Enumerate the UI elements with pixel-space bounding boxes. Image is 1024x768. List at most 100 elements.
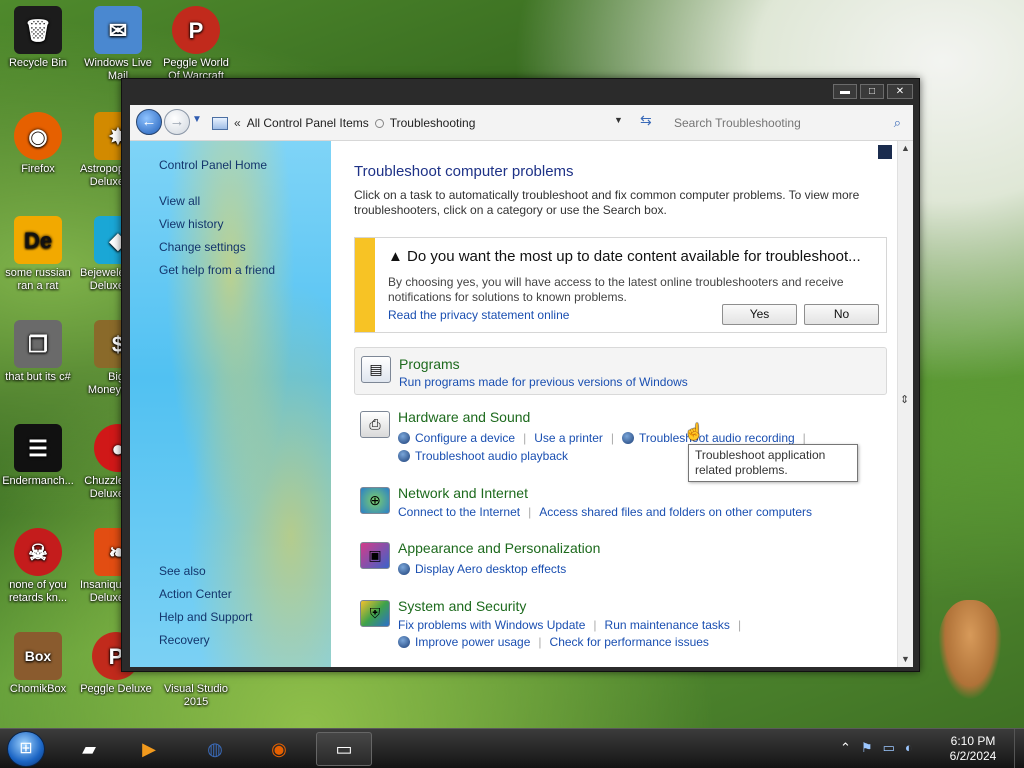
breadcrumb-troubleshooting[interactable]: Troubleshooting xyxy=(390,116,476,130)
taskbar-app-media-player[interactable]: ▶ xyxy=(124,732,174,766)
desktop-icon-none-of-you[interactable]: ☠ none of you retards kn... xyxy=(0,528,76,605)
desktop-icon-chuzzle[interactable]: ● Chuzzle Deluxe xyxy=(80,424,124,501)
category-network-and-internet[interactable]: ⊕ Network and Internet Connect to the In… xyxy=(354,479,887,525)
link-separator: | xyxy=(523,431,527,445)
search-box[interactable]: ⌕ xyxy=(668,112,907,134)
desktop-icon-label: Insaniquarium Deluxe xyxy=(80,579,124,604)
see-also-heading: See also xyxy=(159,564,206,578)
volume-icon[interactable]: ◐ xyxy=(905,740,913,756)
desktop-icon-big-money[interactable]: $ Big Money! Deluxe xyxy=(80,320,124,397)
system-tray: ⌃ ⚑ ▭ ◐ xyxy=(840,740,913,756)
category-programs[interactable]: ▤ Programs Run programs made for previou… xyxy=(354,347,887,395)
refresh-icon[interactable]: ⇆ xyxy=(640,112,652,129)
yes-button[interactable]: Yes xyxy=(722,304,797,325)
category-appearance-title[interactable]: Appearance and Personalization xyxy=(398,540,600,556)
category-appearance-links: Display Aero desktop effects xyxy=(398,562,566,576)
control-panel-home-link[interactable]: Control Panel Home xyxy=(159,158,267,172)
taskbar-app-console[interactable]: ▰ xyxy=(64,732,114,766)
desktop-icon-insaniquarium[interactable]: ❧ Insaniquarium Deluxe xyxy=(80,528,124,605)
desktop-icon-chomikbox[interactable]: Box ChomikBox xyxy=(0,632,76,696)
desktop-icon-bejeweled[interactable]: ◆ Bejeweled Deluxe xyxy=(80,216,124,293)
scroll-up-arrow-icon[interactable]: ▲ xyxy=(901,143,910,153)
recycle-bin-icon: 🗑 xyxy=(14,6,62,54)
astropop-icon: ✸ xyxy=(94,112,124,160)
no-button[interactable]: No xyxy=(804,304,879,325)
scroll-thumb-icon[interactable]: ⇕ xyxy=(900,393,909,406)
use-printer-link[interactable]: Use a printer xyxy=(534,431,603,445)
search-input[interactable] xyxy=(668,112,907,134)
network-icon[interactable]: ▭ xyxy=(883,740,895,756)
minimize-button[interactable]: ▬ xyxy=(833,84,857,99)
desktop-icon-russian-rat[interactable]: De some russian ran a rat xyxy=(0,216,76,293)
show-hidden-icons-icon[interactable]: ⌃ xyxy=(840,740,851,756)
action-center-link[interactable]: Action Center xyxy=(159,587,232,601)
search-icon[interactable]: ⌕ xyxy=(894,115,901,131)
category-hardware-title[interactable]: Hardware and Sound xyxy=(398,409,530,425)
category-hardware-links-2: Troubleshoot audio playback xyxy=(398,449,568,463)
breadcrumb-all-control-panel-items[interactable]: All Control Panel Items xyxy=(247,116,369,130)
windows-logo-icon: ⊞ xyxy=(19,740,33,757)
category-appearance[interactable]: ▣ Appearance and Personalization Display… xyxy=(354,534,887,580)
info-bar-text: By choosing yes, you will have access to… xyxy=(388,275,844,304)
chuzzle-icon: ● xyxy=(94,424,124,472)
desktop-icon-label: that but its c# xyxy=(5,371,71,383)
recent-pages-dropdown[interactable]: ▼ xyxy=(192,114,202,125)
scroll-down-arrow-icon[interactable]: ▼ xyxy=(901,654,910,664)
globe-network-icon: ⊕ xyxy=(360,487,390,514)
fish-icon: ❧ xyxy=(94,528,124,576)
maximize-button[interactable]: □ xyxy=(860,84,884,99)
run-old-programs-link[interactable]: Run programs made for previous versions … xyxy=(399,375,688,389)
desktop-icon-label: Endermanch... xyxy=(2,475,74,487)
check-performance-issues-link[interactable]: Check for performance issues xyxy=(550,635,709,649)
help-and-support-link[interactable]: Help and Support xyxy=(159,610,252,624)
category-network-title[interactable]: Network and Internet xyxy=(398,485,528,501)
recovery-link[interactable]: Recovery xyxy=(159,633,210,647)
access-shared-files-link[interactable]: Access shared files and folders on other… xyxy=(539,505,812,519)
desktop-icon-label: some russian ran a rat xyxy=(5,267,71,292)
desktop-icon-endermanch[interactable]: ☰ Endermanch... xyxy=(0,424,76,488)
hamster-mascot-image xyxy=(938,600,1002,700)
close-button[interactable]: ✕ xyxy=(887,84,913,99)
fix-windows-update-link[interactable]: Fix problems with Windows Update xyxy=(398,618,585,632)
display-aero-effects-link[interactable]: Display Aero desktop effects xyxy=(415,562,566,576)
caption-buttons: ▬ □ ✕ xyxy=(833,84,913,99)
back-button[interactable]: ← xyxy=(136,109,162,135)
printer-icon: ⎙ xyxy=(360,411,390,438)
address-dropdown[interactable]: ▼ xyxy=(614,115,623,125)
view-history-link[interactable]: View history xyxy=(159,217,223,231)
desktop-icon-astropop[interactable]: ✸ Astropop Deluxe xyxy=(80,112,124,189)
security-shield-icon: ⛨ xyxy=(360,600,390,627)
desktop-icon-firefox[interactable]: ◉ Firefox xyxy=(0,112,76,176)
taskbar-app-control-panel[interactable]: ▭ xyxy=(316,732,372,766)
category-system-and-security[interactable]: ⛨ System and Security Fix problems with … xyxy=(354,592,887,652)
vertical-scrollbar[interactable]: ▲ ⇕ ▼ xyxy=(897,141,913,667)
breadcrumb-overflow[interactable]: « xyxy=(234,116,241,130)
privacy-statement-link[interactable]: Read the privacy statement online xyxy=(388,308,569,322)
troubleshoot-audio-playback-link[interactable]: Troubleshoot audio playback xyxy=(415,449,568,463)
run-maintenance-link[interactable]: Run maintenance tasks xyxy=(605,618,730,632)
configure-device-link[interactable]: Configure a device xyxy=(415,431,515,445)
troubleshoot-audio-recording-link[interactable]: Troubleshoot audio recording xyxy=(639,431,795,445)
category-system-title[interactable]: System and Security xyxy=(398,598,526,614)
connect-to-internet-link[interactable]: Connect to the Internet xyxy=(398,505,520,519)
get-help-from-friend-link[interactable]: Get help from a friend xyxy=(159,263,275,277)
desktop-icon-label: ChomikBox xyxy=(9,683,67,695)
taskbar-app-firefox[interactable]: ◉ xyxy=(254,732,304,766)
forward-button[interactable]: → xyxy=(164,109,190,135)
breadcrumb[interactable]: « All Control Panel Items Troubleshootin… xyxy=(212,112,632,134)
category-programs-title[interactable]: Programs xyxy=(399,356,460,372)
desktop-icon-recycle-bin[interactable]: 🗑 Recycle Bin xyxy=(0,6,76,70)
content-area: Control Panel Home View all View history… xyxy=(130,141,913,667)
desktop-icon-peggle-wow[interactable]: P Peggle World Of Warcraft xyxy=(158,6,234,83)
view-all-link[interactable]: View all xyxy=(159,194,200,208)
desktop-icon-windows-live-mail[interactable]: ✉ Windows Live Mail xyxy=(80,6,156,83)
clock[interactable]: 6:10 PM 6/2/2024 xyxy=(938,734,1008,764)
info-bar-title: ▲ Do you want the most up to date conten… xyxy=(388,248,861,265)
improve-power-usage-link[interactable]: Improve power usage xyxy=(415,635,530,649)
show-desktop-button[interactable] xyxy=(1014,729,1024,768)
change-settings-link[interactable]: Change settings xyxy=(159,240,246,254)
action-center-flag-icon[interactable]: ⚑ xyxy=(861,740,873,756)
start-button[interactable]: ⊞ xyxy=(7,731,45,767)
taskbar-app-globe[interactable]: ◍ xyxy=(190,732,240,766)
desktop-icon-that-but-csharp[interactable]: ❐ that but its c# xyxy=(0,320,76,384)
